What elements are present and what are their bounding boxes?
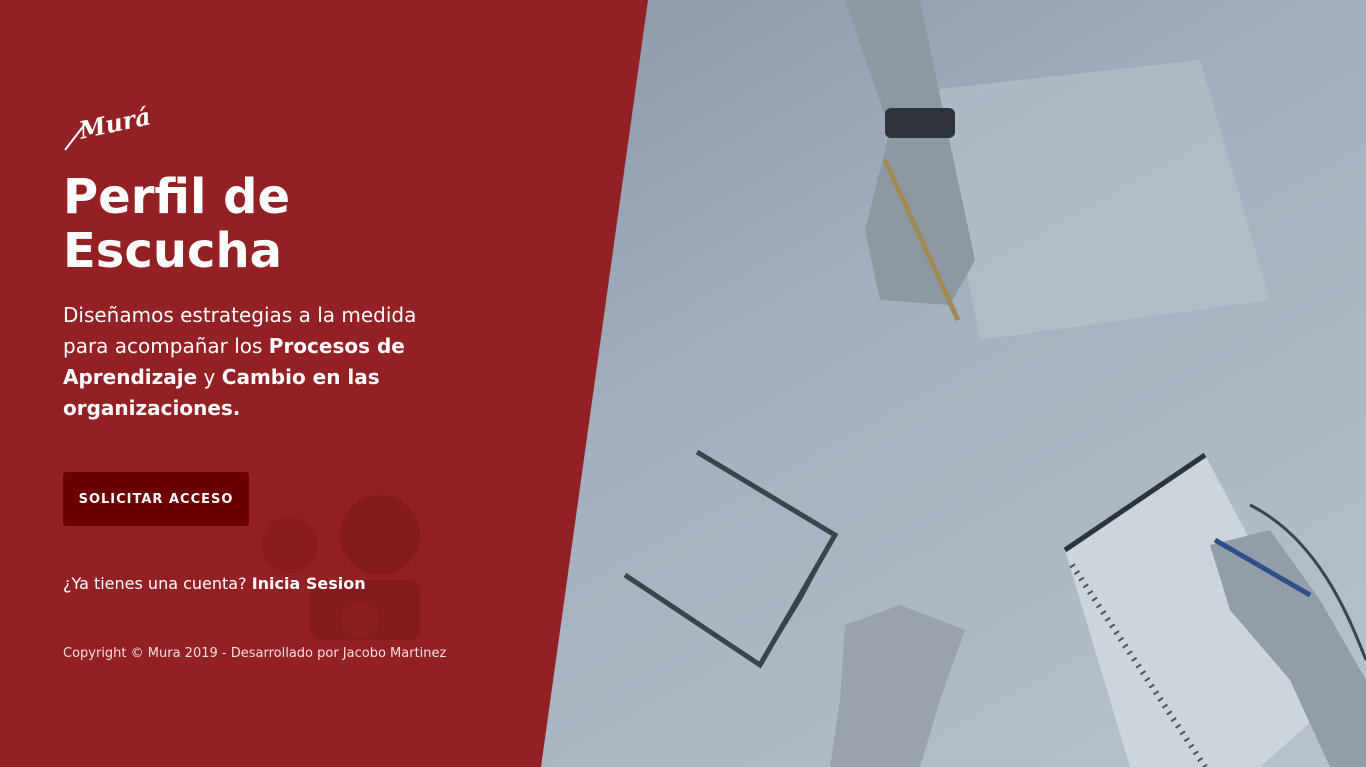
title-line-2: Escucha xyxy=(63,223,282,279)
login-prompt-line: ¿Ya tienes una cuenta? Inicia Sesion xyxy=(63,574,366,593)
login-page: Murá Perfil de Escucha Diseñamos estrate… xyxy=(0,0,1366,767)
login-link[interactable]: Inicia Sesion xyxy=(252,574,366,593)
title-line-1: Perfil de xyxy=(63,169,291,225)
hero-description: Diseñamos estrategias a la medida para a… xyxy=(63,300,453,424)
mura-logo: Murá xyxy=(64,101,153,151)
copyright-text: Copyright © Mura 2019 - Desarrollado por… xyxy=(63,646,447,661)
login-prompt-text: ¿Ya tienes una cuenta? xyxy=(63,574,247,593)
page-title: Perfil de Escucha xyxy=(63,170,463,278)
desc-text-2: y xyxy=(197,365,222,389)
request-access-button[interactable]: SOLICITAR ACCESO xyxy=(63,472,249,526)
svg-text:Murá: Murá xyxy=(75,101,153,145)
